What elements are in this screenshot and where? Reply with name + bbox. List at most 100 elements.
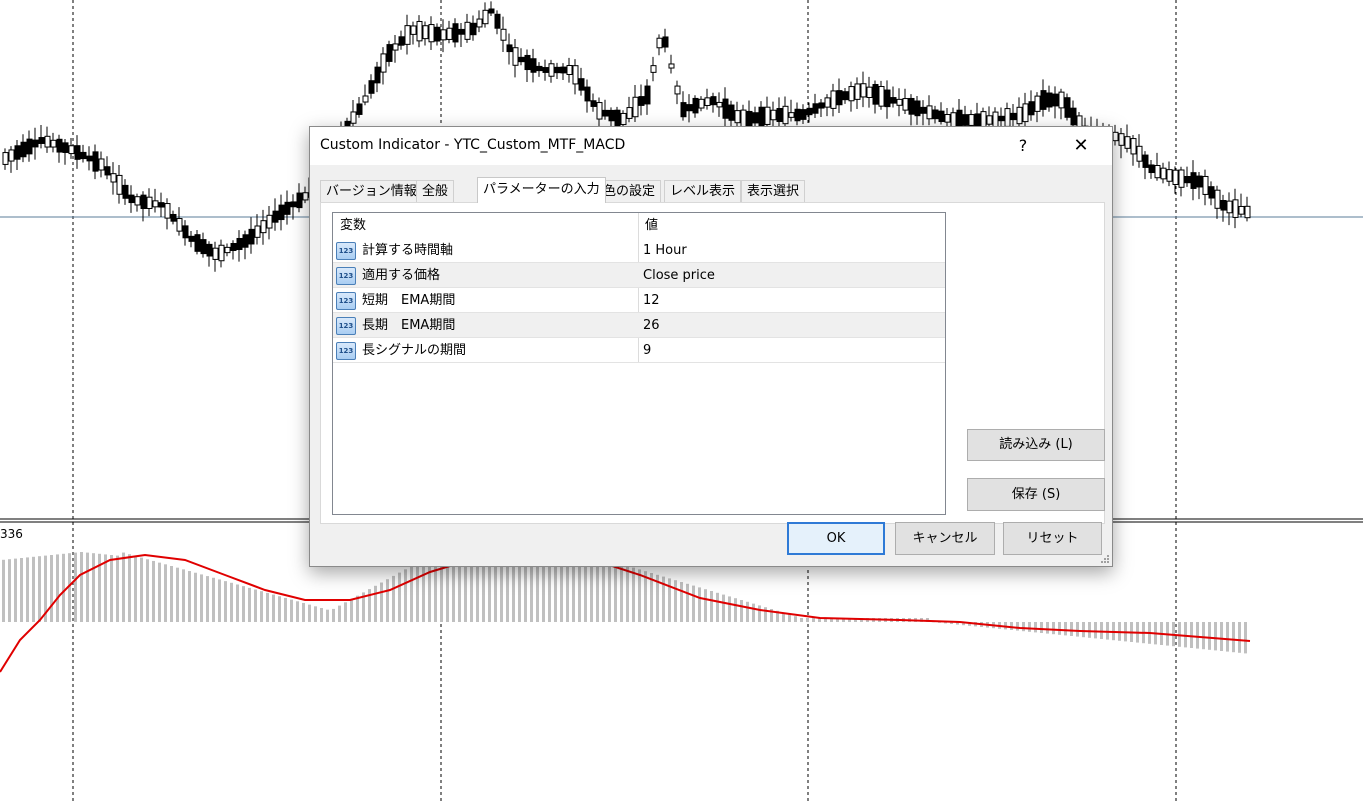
macd-histogram-bar [14,558,17,622]
parameter-name: 適用する価格 [362,268,441,283]
candle-body [254,225,261,238]
candle-body [1166,169,1173,182]
dialog-titlebar[interactable]: Custom Indicator - YTC_Custom_MTF_MACD ?… [310,127,1112,165]
macd-histogram-bar [32,556,35,622]
candle-body [614,109,621,127]
column-header-variable[interactable]: 変数 [333,213,366,237]
candle-body [224,246,231,254]
parameter-row-applied-price[interactable]: 123 適用する価格 Close price [333,263,945,288]
parameter-row-signal-period[interactable]: 123 長シグナルの期間 9 [333,338,945,363]
macd-histogram-bar [74,552,77,622]
candle-body [710,96,717,106]
macd-histogram-bar [62,553,65,622]
parameter-row-fast-ema[interactable]: 123 短期 EMA期間 12 [333,288,945,313]
candle-body [1124,136,1131,149]
tab-visualization[interactable]: 表示選択 [741,180,806,202]
candle-body [1148,164,1155,174]
macd-histogram-bar [1022,622,1025,632]
candle-body [356,103,363,115]
candle-body [20,141,27,158]
candle-body [284,201,291,215]
macd-histogram-bar [374,585,377,622]
macd-histogram-bar [224,581,227,622]
candle-body [1214,189,1221,209]
candle-body [98,158,105,171]
candle-body [392,43,399,51]
parameter-value[interactable]: 1 Hour [643,238,687,263]
parameters-table[interactable]: 変数 値 123 計算する時間軸 1 Hour 123 適用する価格 Close… [332,212,946,515]
candle-body [260,220,267,234]
candle-body [932,109,939,120]
candle-body [884,89,891,108]
candle-body [572,65,579,85]
candle-body [410,25,417,35]
macd-histogram-bar [1046,622,1049,634]
macd-histogram-bar [92,553,95,622]
reset-button[interactable]: リセット [1003,522,1102,555]
candle-body [452,23,459,43]
candle-body [812,103,819,114]
parameter-name: 計算する時間軸 [362,243,454,258]
candle-body [908,97,915,115]
candle-body [926,105,933,120]
tab-levels[interactable]: レベル表示 [664,180,742,202]
parameter-value[interactable]: Close price [643,263,715,288]
candle-body [434,26,441,42]
tab-version-info[interactable]: バージョン情報 [320,180,423,202]
integer-param-icon: 123 [336,242,356,260]
macd-histogram-bar [86,552,89,622]
candle-body [248,228,255,245]
candle-body [110,173,117,183]
macd-histogram-bar [614,562,617,622]
macd-histogram-bar [284,597,287,622]
candle-body [1052,93,1059,107]
tab-general[interactable]: 全般 [416,180,455,202]
macd-histogram-bar [344,602,347,622]
parameter-name: 長シグナルの期間 [362,343,467,358]
candle-body [1064,97,1071,118]
help-button[interactable]: ? [1000,131,1046,161]
parameter-value[interactable]: 9 [643,338,651,363]
macd-histogram-bar [386,579,389,622]
macd-histogram-bar [1016,622,1019,631]
macd-histogram-bar [1244,622,1247,654]
macd-histogram-bar [338,605,341,622]
macd-histogram-bar [1214,622,1217,651]
candle-body [896,98,903,106]
candle-body [8,149,15,162]
candle-body [638,96,645,106]
candle-body [578,78,585,91]
macd-histogram-bar [1184,622,1187,648]
macd-histogram-bar [1100,622,1103,639]
candle-body [722,98,729,119]
macd-histogram-bar [164,564,167,622]
parameter-row-timeframe[interactable]: 123 計算する時間軸 1 Hour [333,238,945,263]
candle-body [536,65,543,72]
macd-histogram-bar [1088,622,1091,638]
candle-body [1004,108,1011,127]
candle-body [422,25,429,40]
column-header-value[interactable]: 値 [638,213,658,237]
macd-histogram-bar [296,601,299,622]
candle-body [704,97,711,106]
parameter-value[interactable]: 12 [643,288,660,313]
close-button[interactable]: ✕ [1058,131,1104,161]
resize-grip-icon[interactable] [1100,554,1110,564]
cancel-button[interactable]: キャンセル [895,522,995,555]
candle-body [56,138,63,153]
candle-body [848,86,855,102]
candle-body [878,86,885,107]
candle-body [68,145,75,155]
parameter-value[interactable]: 26 [643,313,660,338]
macd-histogram-bar [230,582,233,622]
save-button[interactable]: 保存 (S) [967,478,1105,511]
tab-parameter-input[interactable]: パラメーターの入力 [477,177,606,203]
tab-colors[interactable]: 色の設定 [597,180,662,202]
ok-button[interactable]: OK [787,522,885,555]
macd-histogram-bar [740,600,743,622]
macd-histogram-bar [350,599,353,622]
parameter-row-slow-ema[interactable]: 123 長期 EMA期間 26 [333,313,945,338]
load-button[interactable]: 読み込み (L) [967,429,1105,461]
candle-body [656,37,663,49]
macd-histogram-bar [320,608,323,622]
